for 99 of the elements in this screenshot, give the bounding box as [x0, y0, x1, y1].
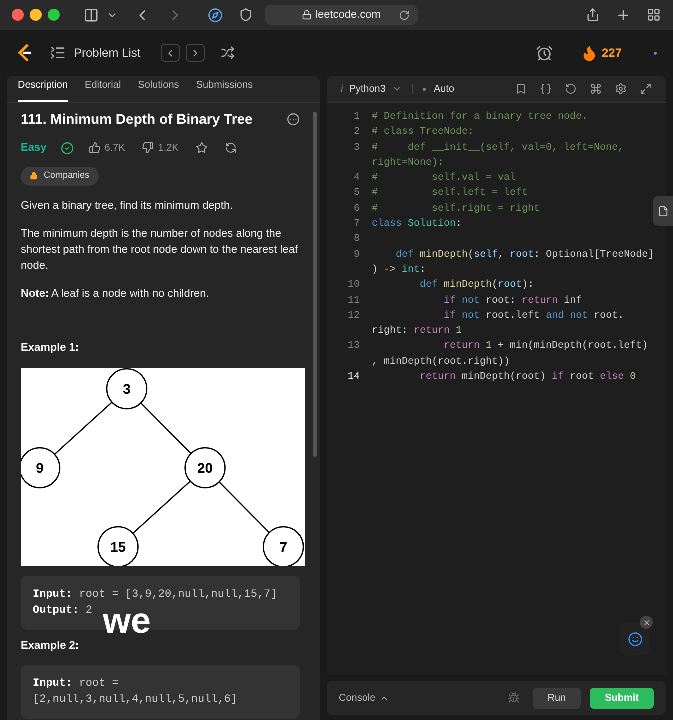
- previous-problem-button[interactable]: [160, 44, 180, 62]
- problem-title: 111. Minimum Depth of Binary Tree: [21, 110, 253, 129]
- minimize-window-icon[interactable]: [30, 9, 42, 21]
- settings-icon[interactable]: [615, 83, 627, 95]
- new-tab-icon[interactable]: [616, 8, 631, 22]
- code-line: # Definition for a binary tree node.: [372, 110, 588, 125]
- code-line: # self.val = val: [372, 172, 516, 186]
- tree-edge: [132, 480, 191, 534]
- braces-icon[interactable]: [540, 83, 552, 95]
- list-icon[interactable]: [50, 45, 66, 61]
- code-line: if not root: return inf: [443, 294, 582, 309]
- difficulty-label: Easy: [21, 141, 47, 156]
- reset-icon[interactable]: [565, 83, 577, 95]
- line-number: 9: [352, 248, 360, 263]
- code-line: # def __init__(self, val=0, left=None,: [372, 142, 624, 156]
- language-info-glyph: i: [341, 82, 344, 96]
- console-toggle[interactable]: Console: [339, 690, 389, 706]
- bookmark-icon[interactable]: [515, 83, 527, 95]
- file-icon: [658, 206, 668, 216]
- run-button[interactable]: Run: [532, 688, 582, 708]
- code-line: def minDepth(root):: [419, 278, 534, 294]
- language-selector[interactable]: i Python3: [341, 82, 402, 96]
- line-number: 6: [352, 202, 360, 217]
- share-icon[interactable]: [586, 8, 600, 22]
- dislike-icon[interactable]: [142, 142, 154, 154]
- alarm-clock-icon[interactable]: [536, 44, 553, 62]
- code-line: if not root.left and not root.: [443, 310, 624, 324]
- code-line: # self.right = right: [372, 202, 540, 217]
- panel-tab[interactable]: Editorial: [85, 78, 122, 102]
- code-line: # class TreeNode:: [372, 126, 474, 140]
- line-number: 4: [352, 172, 360, 186]
- next-problem-button[interactable]: [186, 44, 205, 62]
- compass-icon[interactable]: [208, 8, 223, 22]
- line-number: 12: [346, 310, 360, 324]
- refresh-icon[interactable]: [224, 142, 237, 154]
- example-code-block: Input: root = [2,null,3,null,4,null,5,null,6]: [21, 664, 300, 718]
- line-number: 14: [346, 371, 360, 386]
- notes-tab-button[interactable]: [653, 196, 673, 226]
- feedback-button[interactable]: [620, 623, 650, 655]
- like-count: 6.7K: [104, 142, 126, 156]
- close-window-icon[interactable]: [12, 9, 24, 21]
- line-number: 7: [352, 218, 360, 232]
- line-number: 8: [352, 233, 360, 248]
- example-heading: Example 2:: [21, 639, 80, 654]
- line-number: 3: [352, 142, 360, 156]
- code-line: ) -> int:: [372, 264, 428, 278]
- debug-icon[interactable]: [508, 692, 520, 704]
- panel-tab[interactable]: Description: [18, 78, 68, 102]
- close-icon: [642, 618, 650, 626]
- address-bar[interactable]: leetcode.com: [265, 5, 418, 25]
- code-line: right: return 1: [372, 324, 464, 340]
- sidebar-icon[interactable]: [84, 8, 99, 22]
- line-number: 10: [346, 279, 360, 294]
- smiley-icon: [628, 632, 642, 646]
- code-line: def minDepth(self, root: Optional[TreeNode]: [395, 248, 654, 263]
- problem-list-link[interactable]: Problem List: [74, 44, 141, 62]
- panel-tab[interactable]: Solutions: [138, 78, 180, 102]
- tab-overview-icon[interactable]: [647, 8, 661, 22]
- streak-count: 227: [602, 45, 622, 62]
- line-number: 1: [352, 111, 360, 125]
- dislike-count: 1.2K: [158, 142, 179, 156]
- description-paragraph: The minimum depth is the number of nodes along the shortest path from the root node down to the nearest leaf node.: [21, 226, 300, 274]
- description-paragraph: Given a binary tree, find its minimum depth.: [21, 198, 234, 214]
- like-icon[interactable]: [88, 142, 101, 154]
- lock-icon: [30, 172, 38, 180]
- tree-edge: [218, 482, 270, 534]
- code-line: # self.left = left: [372, 186, 528, 202]
- code-line: class Solution:: [372, 218, 462, 232]
- code-line: , minDepth(root.right)): [372, 356, 512, 370]
- code-line: right=None):: [372, 156, 446, 171]
- description-paragraph: Note: A leaf is a node with no children.: [21, 286, 210, 302]
- more-options-icon[interactable]: [287, 113, 300, 126]
- auto-mode-button[interactable]: Auto: [422, 82, 455, 96]
- tree-node: 20: [184, 447, 226, 489]
- panel-tab[interactable]: Submissions: [196, 78, 254, 102]
- command-icon[interactable]: [590, 83, 602, 95]
- line-number: 2: [352, 126, 360, 140]
- code-line: return minDepth(root) if root else 0: [419, 370, 636, 386]
- shield-icon[interactable]: [239, 8, 253, 22]
- tree-node: 9: [21, 447, 61, 489]
- tree-edge: [54, 402, 113, 456]
- line-number: 11: [346, 294, 360, 309]
- expand-icon[interactable]: [640, 83, 652, 95]
- companies-tag[interactable]: Companies: [21, 166, 99, 186]
- language-name: Python3: [349, 82, 386, 96]
- example-heading: Example 1:: [21, 340, 80, 356]
- tree-node: 7: [262, 526, 304, 566]
- close-feedback-button[interactable]: [640, 616, 653, 629]
- tree-edge: [140, 402, 192, 454]
- code-line: return 1 + min(minDepth(root.left): [443, 340, 648, 354]
- logo-icon[interactable]: [16, 43, 34, 63]
- line-number: 5: [352, 187, 360, 202]
- line-number: 13: [346, 340, 360, 354]
- star-icon[interactable]: [196, 142, 208, 154]
- tree-node: 3: [106, 368, 148, 410]
- shuffle-icon[interactable]: [220, 46, 235, 60]
- scrollbar-icon[interactable]: [313, 112, 317, 457]
- tree-node: 15: [98, 526, 139, 566]
- zoom-window-icon[interactable]: [48, 9, 60, 21]
